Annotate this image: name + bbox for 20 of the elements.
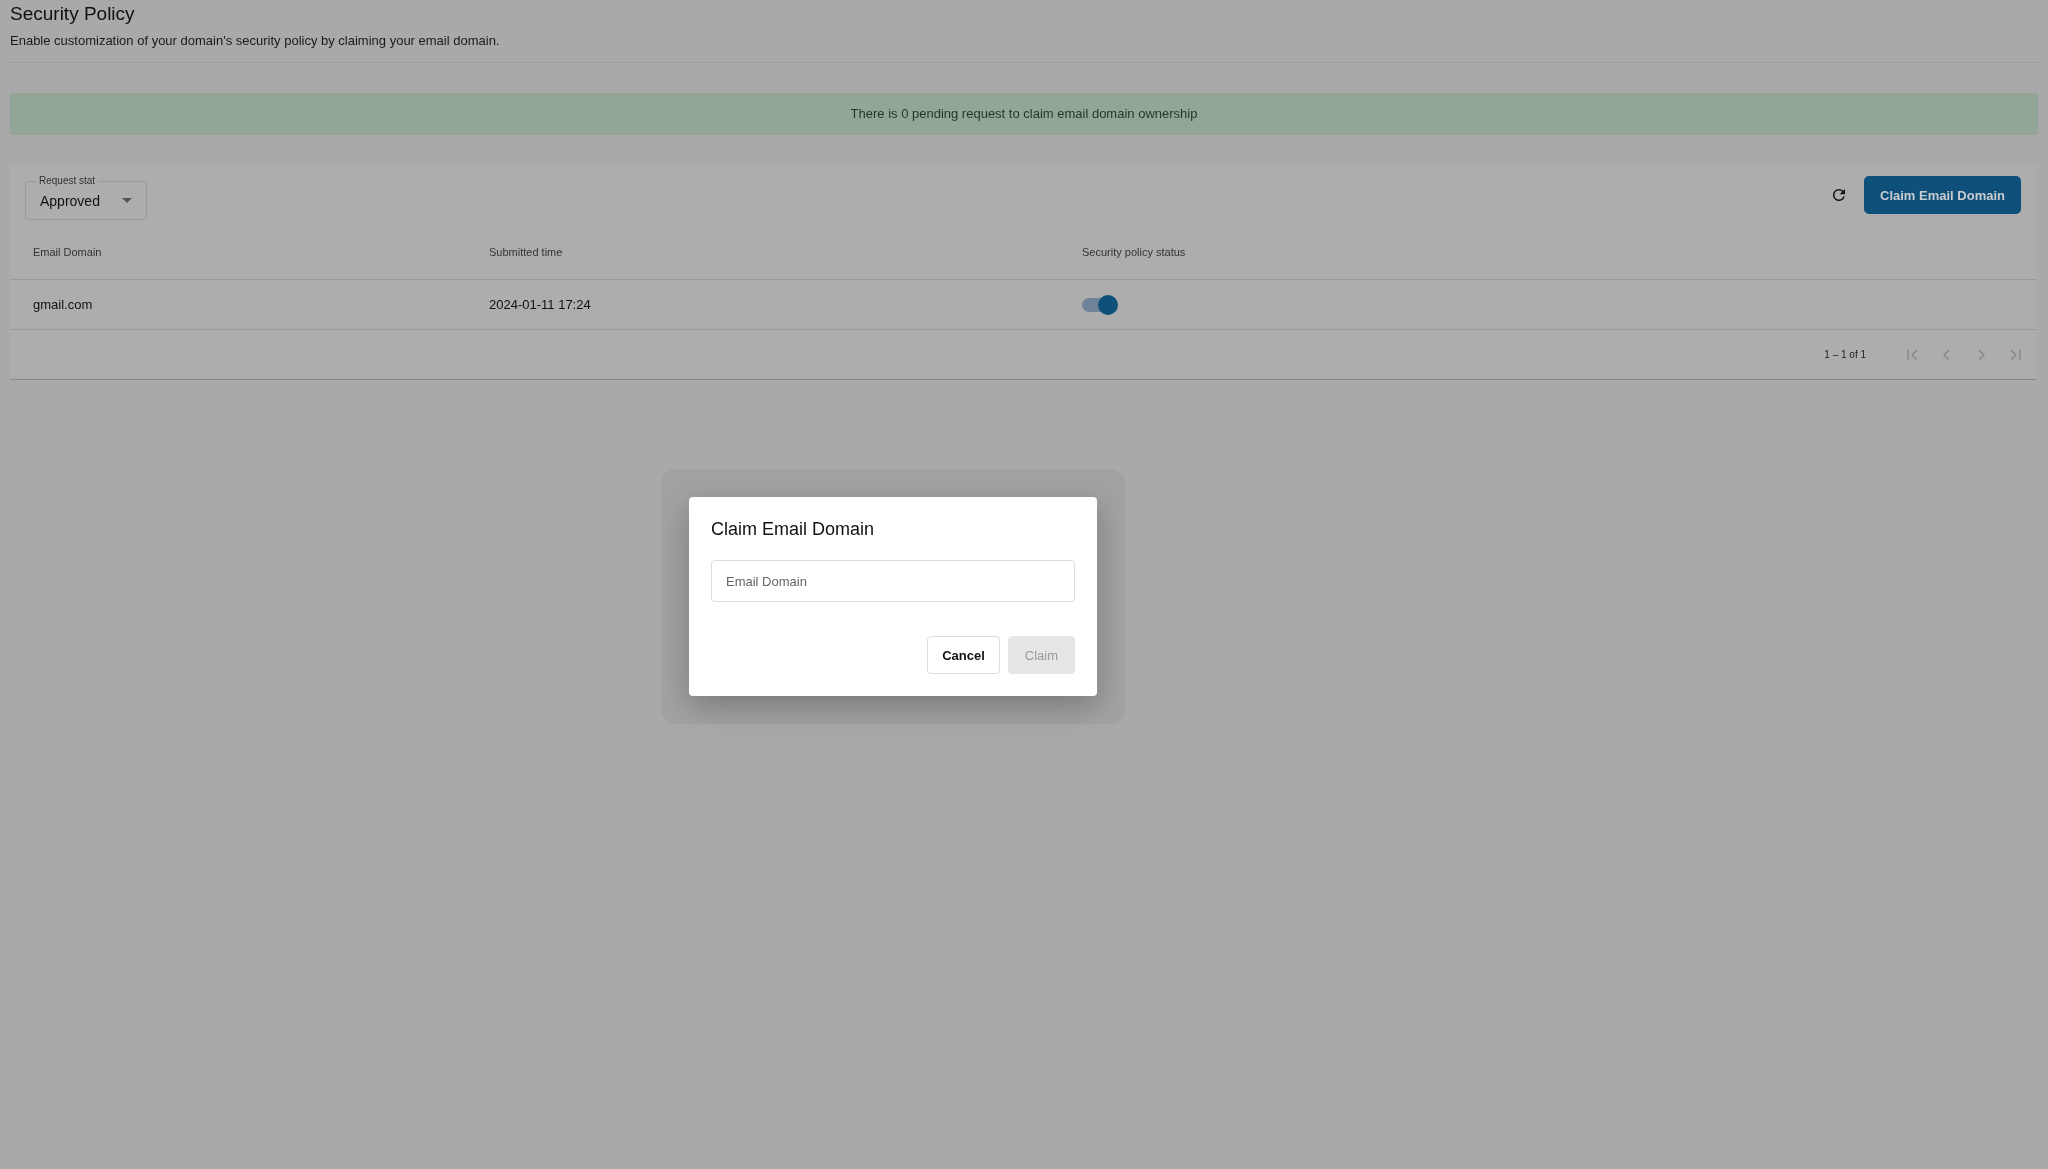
claim-email-domain-button[interactable]: Claim Email Domain [1864, 176, 2021, 214]
dialog-button[interactable]: Cancel [927, 636, 1000, 674]
page-title: Security Policy [10, 2, 136, 25]
email-domain-input[interactable]: Email Domain [711, 560, 1075, 602]
column-header: Submitted time [489, 246, 564, 258]
toggle-switch[interactable] [1082, 297, 1116, 312]
refresh-icon[interactable] [1830, 186, 1848, 204]
pagination-range: 1 – 1 of 1 [1824, 349, 1866, 360]
status-select[interactable]: Request stat Approved [25, 176, 147, 220]
column-header: Security policy status [1082, 246, 1187, 258]
column-header: Email Domain [32, 246, 103, 258]
first-page-icon[interactable] [1906, 347, 1920, 362]
last-page-icon[interactable] [2008, 347, 2022, 362]
info-banner: There is 0 pending request to claim email domain ownership [10, 93, 2038, 135]
caret-icon [121, 198, 132, 203]
select-label: Request stat [38, 176, 97, 186]
table-cell-text: 2024-01-11 17:24 [489, 297, 592, 312]
table-cell-text: gmail.com [32, 297, 94, 312]
dialog-title: Claim Email Domain [711, 519, 876, 540]
page-subtitle: Enable customization of your domain's security policy by claiming your email domain. [10, 33, 501, 48]
